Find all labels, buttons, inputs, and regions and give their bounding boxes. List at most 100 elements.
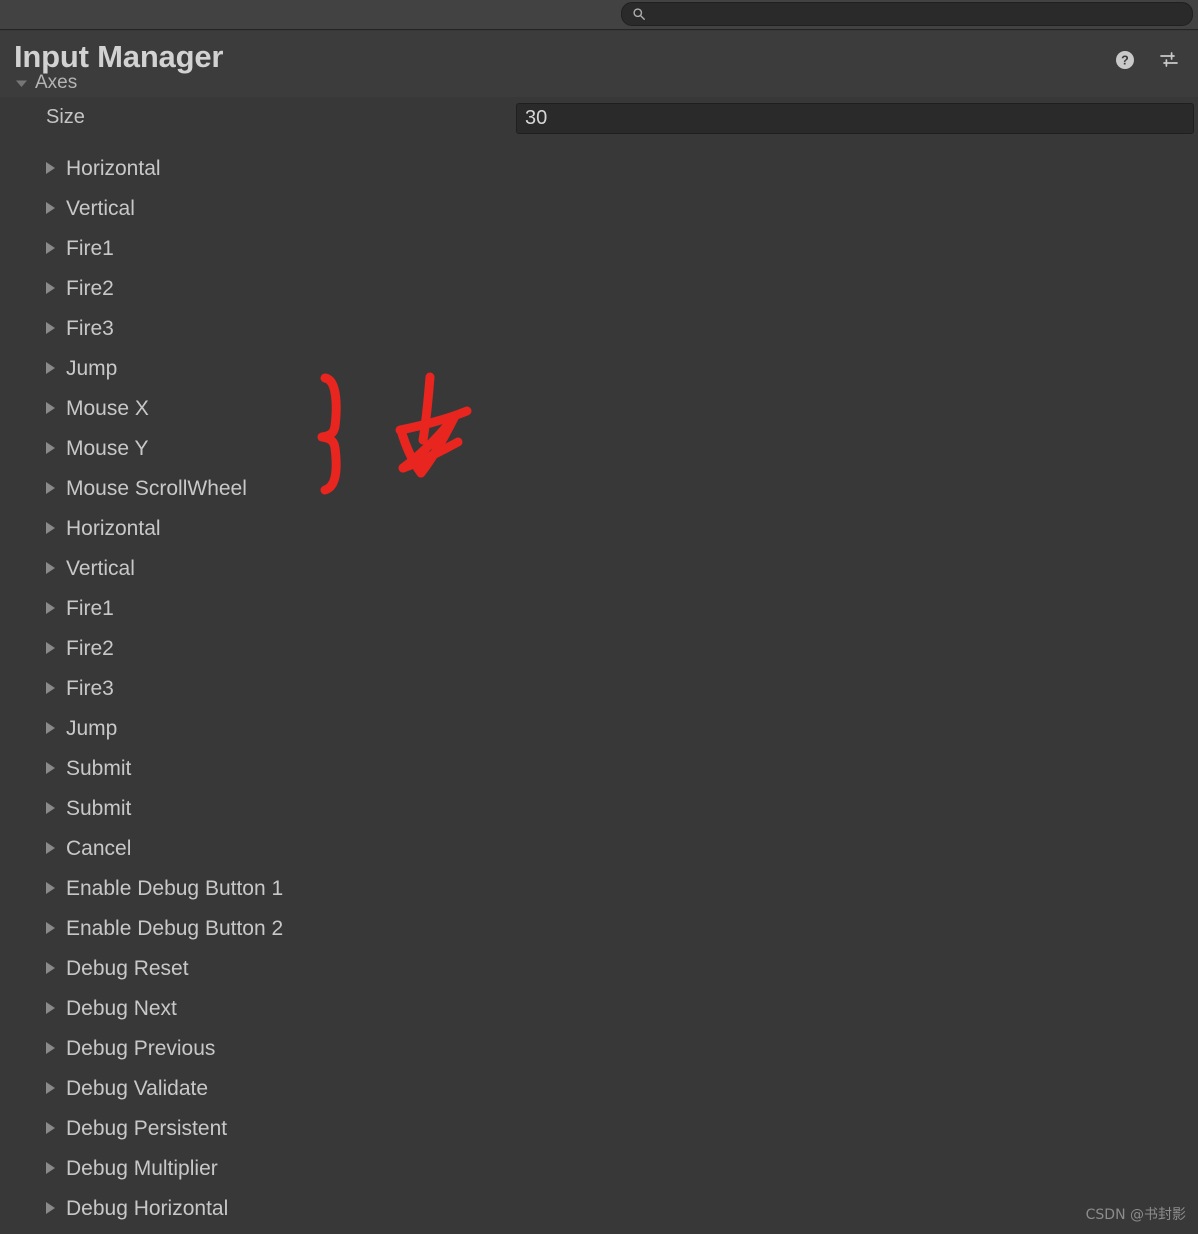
chevron-right-icon[interactable] <box>46 682 55 694</box>
input-manager-window: Input Manager ? Axes Size 30 Horizontal … <box>0 0 1198 1234</box>
axis-row-label: Fire3 <box>66 316 114 340</box>
search-field[interactable] <box>621 2 1193 26</box>
axis-row[interactable]: Enable Debug Button 2 <box>0 908 1198 948</box>
chevron-right-icon[interactable] <box>46 882 55 894</box>
chevron-right-icon[interactable] <box>46 482 55 494</box>
axis-row[interactable]: Debug Vertical <box>0 1228 1198 1234</box>
axis-row[interactable]: Enable Debug Button 1 <box>0 868 1198 908</box>
axis-row-label: Mouse Y <box>66 436 149 460</box>
settings-button[interactable] <box>1158 49 1180 71</box>
chevron-right-icon[interactable] <box>46 1042 55 1054</box>
axis-row-label: Debug Horizontal <box>66 1196 229 1220</box>
chevron-right-icon[interactable] <box>46 962 55 974</box>
chevron-right-icon[interactable] <box>46 1082 55 1094</box>
axis-row[interactable]: Horizontal <box>0 148 1198 188</box>
axis-row[interactable]: Mouse ScrollWheel <box>0 468 1198 508</box>
axis-row[interactable]: Vertical <box>0 188 1198 228</box>
search-input[interactable] <box>652 4 1152 24</box>
chevron-right-icon[interactable] <box>46 1202 55 1214</box>
chevron-right-icon[interactable] <box>46 1122 55 1134</box>
help-button[interactable]: ? <box>1114 49 1136 71</box>
chevron-right-icon[interactable] <box>46 922 55 934</box>
watermark: CSDN @书封影 <box>1085 1207 1186 1223</box>
axis-row[interactable]: Debug Validate <box>0 1068 1198 1108</box>
axis-row[interactable]: Cancel <box>0 828 1198 868</box>
chevron-right-icon[interactable] <box>46 1162 55 1174</box>
chevron-right-icon[interactable] <box>46 802 55 814</box>
axis-row-label: Debug Next <box>66 996 177 1020</box>
axis-row-label: Fire1 <box>66 236 114 260</box>
size-field[interactable] <box>516 103 1194 134</box>
axis-row[interactable]: Fire3 <box>0 308 1198 348</box>
axis-row-label: Fire2 <box>66 636 114 660</box>
axis-row[interactable]: Submit <box>0 748 1198 788</box>
axis-row[interactable]: Mouse Y <box>0 428 1198 468</box>
chevron-right-icon[interactable] <box>46 762 55 774</box>
axis-row-label: Cancel <box>66 836 132 860</box>
chevron-down-icon <box>16 80 27 87</box>
chevron-right-icon[interactable] <box>46 282 55 294</box>
chevron-right-icon[interactable] <box>46 322 55 334</box>
axis-row[interactable]: Fire1 <box>0 588 1198 628</box>
axis-row[interactable]: Jump <box>0 708 1198 748</box>
svg-text:?: ? <box>1121 54 1129 68</box>
axis-row-label: Debug Validate <box>66 1076 209 1100</box>
axis-row-label: Debug Previous <box>66 1036 216 1060</box>
chevron-right-icon[interactable] <box>46 442 55 454</box>
axis-row-label: Enable Debug Button 2 <box>66 916 284 940</box>
size-input[interactable] <box>525 107 1167 130</box>
help-icon: ? <box>1116 51 1134 69</box>
chevron-right-icon[interactable] <box>46 402 55 414</box>
chevron-right-icon[interactable] <box>46 642 55 654</box>
axis-row-label: Horizontal <box>66 156 161 180</box>
chevron-right-icon[interactable] <box>46 842 55 854</box>
axis-row[interactable]: Debug Reset <box>0 948 1198 988</box>
axis-row[interactable]: Fire1 <box>0 228 1198 268</box>
axis-row[interactable]: Fire2 <box>0 628 1198 668</box>
axis-row-label: Debug Multiplier <box>66 1156 218 1180</box>
chevron-right-icon[interactable] <box>46 202 55 214</box>
axis-row[interactable]: Fire2 <box>0 268 1198 308</box>
axis-row-label: Vertical <box>66 556 135 580</box>
axis-row-label: Fire3 <box>66 676 114 700</box>
axis-row[interactable]: Debug Previous <box>0 1028 1198 1068</box>
axis-row-label: Fire1 <box>66 596 114 620</box>
chevron-right-icon[interactable] <box>46 242 55 254</box>
axis-row-label: Vertical <box>66 196 135 220</box>
axis-row[interactable]: Debug Persistent <box>0 1108 1198 1148</box>
chevron-right-icon[interactable] <box>46 722 55 734</box>
chevron-right-icon[interactable] <box>46 1002 55 1014</box>
settings-sliders-icon <box>1160 52 1178 67</box>
axis-row[interactable]: Debug Horizontal <box>0 1188 1198 1228</box>
header-actions: ? <box>1114 49 1180 71</box>
axis-row-label: Mouse X <box>66 396 149 420</box>
axis-row[interactable]: Horizontal <box>0 508 1198 548</box>
axis-row-label: Enable Debug Button 1 <box>66 876 284 900</box>
chevron-right-icon[interactable] <box>46 362 55 374</box>
size-row: Size <box>0 103 1198 135</box>
axis-row-label: Mouse ScrollWheel <box>66 476 247 500</box>
axis-row-label: Submit <box>66 756 132 780</box>
axis-row[interactable]: Debug Next <box>0 988 1198 1028</box>
axis-row[interactable]: Jump <box>0 348 1198 388</box>
axes-foldout-label: Axes <box>35 72 78 93</box>
axis-row-label: Jump <box>66 356 118 380</box>
axes-foldout[interactable]: Axes <box>0 72 77 94</box>
chevron-right-icon[interactable] <box>46 602 55 614</box>
axis-row[interactable]: Submit <box>0 788 1198 828</box>
axis-row-label: Submit <box>66 796 132 820</box>
chevron-right-icon[interactable] <box>46 562 55 574</box>
size-label: Size <box>46 106 85 128</box>
axis-row-label: Horizontal <box>66 516 161 540</box>
axis-list: Horizontal Vertical Fire1 Fire2 Fire3 Jump Mou… <box>0 148 1198 1234</box>
axis-row[interactable]: Vertical <box>0 548 1198 588</box>
axis-row[interactable]: Debug Multiplier <box>0 1148 1198 1188</box>
page-title: Input Manager <box>14 39 224 74</box>
inspector-body: Axes Size Horizontal Vertical Fire1 Fire2 Fi… <box>0 72 1198 1234</box>
axis-row-label: Debug Reset <box>66 956 189 980</box>
axis-row[interactable]: Fire3 <box>0 668 1198 708</box>
chevron-right-icon[interactable] <box>46 162 55 174</box>
chevron-right-icon[interactable] <box>46 522 55 534</box>
axis-row[interactable]: Mouse X <box>0 388 1198 428</box>
axis-row-label: Fire2 <box>66 276 114 300</box>
